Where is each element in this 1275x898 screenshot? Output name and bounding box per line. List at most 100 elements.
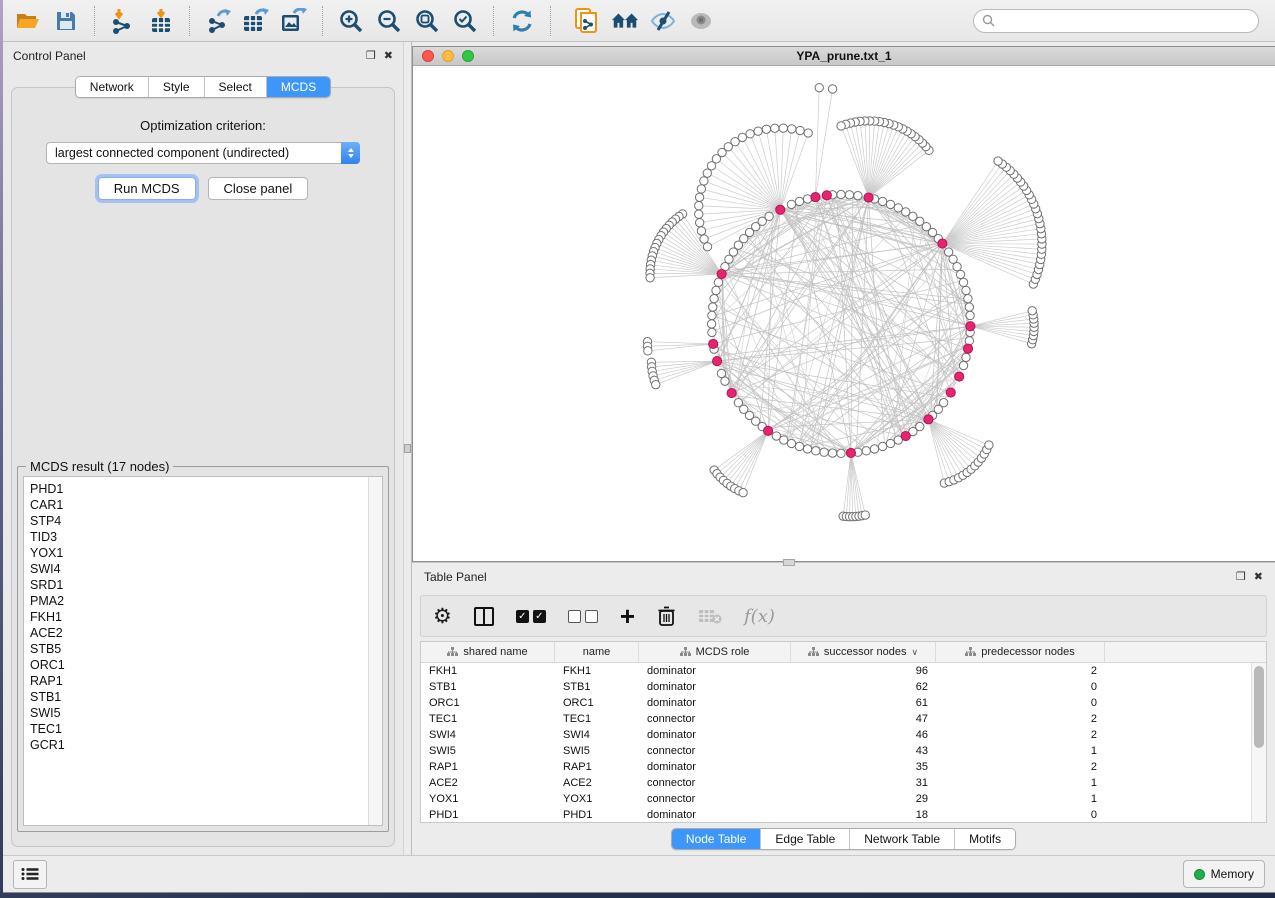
column-header-MCDS-role[interactable]: MCDS role <box>639 642 791 662</box>
network-node[interactable] <box>878 197 886 205</box>
network-node[interactable] <box>837 122 845 130</box>
mcds-hub-node[interactable] <box>946 388 955 397</box>
mcds-hub-node[interactable] <box>776 205 785 214</box>
export-network-icon[interactable] <box>203 6 233 36</box>
network-node[interactable] <box>854 191 862 199</box>
network-node[interactable] <box>845 191 853 199</box>
optimization-criterion-select[interactable]: largest connected component (undirected) <box>46 142 360 164</box>
network-node[interactable] <box>862 447 870 455</box>
network-node[interactable] <box>796 126 804 134</box>
network-node[interactable] <box>804 129 812 137</box>
zoom-selected-icon[interactable] <box>450 6 480 36</box>
network-node[interactable] <box>815 83 823 91</box>
network-node[interactable] <box>746 130 754 138</box>
close-panel-button[interactable]: Close panel <box>208 177 309 200</box>
table-row[interactable]: SWI4SWI4dominator462 <box>421 727 1251 743</box>
network-node[interactable] <box>787 439 795 447</box>
network-node[interactable] <box>916 422 924 430</box>
network-node[interactable] <box>795 197 803 205</box>
delete-column-icon[interactable] <box>657 603 676 629</box>
mcds-result-item[interactable]: ORC1 <box>30 657 368 673</box>
network-node[interactable] <box>695 218 703 226</box>
network-node[interactable] <box>646 274 654 282</box>
mcds-hub-node[interactable] <box>938 239 947 248</box>
network-node[interactable] <box>837 190 845 198</box>
network-node[interactable] <box>886 200 894 208</box>
mcds-hub-node[interactable] <box>727 389 736 398</box>
mcds-hub-node[interactable] <box>764 426 773 435</box>
network-node[interactable] <box>652 380 660 388</box>
table-row[interactable]: TEC1TEC1connector472 <box>421 711 1251 727</box>
vertical-splitter[interactable] <box>403 42 412 855</box>
mcds-result-item[interactable]: SWI4 <box>30 561 368 577</box>
network-node[interactable] <box>700 177 708 185</box>
memory-button[interactable]: Memory <box>1183 860 1265 888</box>
column-header-successor-nodes[interactable]: successor nodes∨ <box>791 642 936 662</box>
network-node[interactable] <box>710 295 718 303</box>
mcds-result-item[interactable]: STB1 <box>30 689 368 705</box>
column-header-name[interactable]: name <box>555 642 639 662</box>
float-panel-icon[interactable]: ❒ <box>366 51 376 62</box>
network-node[interactable] <box>994 157 1002 165</box>
network-node[interactable] <box>795 442 803 450</box>
mcds-hub-node[interactable] <box>709 339 718 348</box>
mcds-result-item[interactable]: SWI5 <box>30 705 368 721</box>
tab-network-table[interactable]: Network Table <box>850 829 955 849</box>
mcds-result-item[interactable]: TEC1 <box>30 721 368 737</box>
add-column-icon[interactable]: + <box>620 603 635 629</box>
tab-node-table[interactable]: Node Table <box>672 829 762 849</box>
network-node[interactable] <box>695 210 703 218</box>
tab-select[interactable]: Select <box>205 77 267 97</box>
network-node[interactable] <box>703 243 711 251</box>
tab-motifs[interactable]: Motifs <box>955 829 1015 849</box>
table-row[interactable]: RAP1RAP1dominator352 <box>421 759 1251 775</box>
mcds-hub-node[interactable] <box>955 372 964 381</box>
delete-table-icon[interactable] <box>698 603 722 629</box>
network-node[interactable] <box>985 441 993 449</box>
mcds-result-item[interactable]: GCR1 <box>30 737 368 753</box>
table-row[interactable]: ORC1ORC1dominator610 <box>421 695 1251 711</box>
network-node[interactable] <box>878 442 886 450</box>
mcds-hub-node[interactable] <box>901 431 910 440</box>
mcds-hub-node[interactable] <box>811 193 820 202</box>
table-row[interactable]: ACE2ACE2connector311 <box>421 775 1251 791</box>
network-node[interactable] <box>714 278 722 286</box>
network-node[interactable] <box>754 127 762 135</box>
network-node[interactable] <box>828 85 836 93</box>
network-node[interactable] <box>712 286 720 294</box>
mcds-result-list[interactable]: PHD1CAR1STP4TID3YOX1SWI4SRD1PMA2FKH1ACE2… <box>23 476 383 826</box>
scrollbar-thumb[interactable] <box>1254 666 1264 748</box>
network-node[interactable] <box>721 377 729 385</box>
search-input[interactable] <box>1001 13 1250 29</box>
float-panel-icon[interactable]: ❒ <box>1236 572 1246 583</box>
table-row[interactable]: YOX1YOX1connector291 <box>421 791 1251 807</box>
tab-style[interactable]: Style <box>149 77 205 97</box>
network-node[interactable] <box>695 202 703 210</box>
tab-mcds[interactable]: MCDS <box>267 77 330 97</box>
network-node[interactable] <box>739 489 747 497</box>
close-panel-icon[interactable]: ✖ <box>384 51 393 62</box>
mcds-hub-node[interactable] <box>712 357 721 366</box>
network-node[interactable] <box>695 193 703 201</box>
network-view[interactable] <box>413 66 1275 561</box>
network-node[interactable] <box>820 448 828 456</box>
task-history-button[interactable] <box>13 860 47 889</box>
mcds-result-item[interactable]: PHD1 <box>30 481 368 497</box>
table-row[interactable]: FKH1FKH1dominator962 <box>421 663 1251 679</box>
mcds-hub-node[interactable] <box>822 191 831 200</box>
network-node[interactable] <box>965 303 973 311</box>
table-row[interactable]: STB1STB1dominator620 <box>421 679 1251 695</box>
mcds-hub-node[interactable] <box>717 269 726 278</box>
table-row[interactable]: PHD1PHD1dominator180 <box>421 807 1251 823</box>
mcds-result-item[interactable]: FKH1 <box>30 609 368 625</box>
mcds-hub-node[interactable] <box>963 344 972 353</box>
close-panel-icon[interactable]: ✖ <box>1254 572 1263 583</box>
network-node[interactable] <box>708 311 716 319</box>
network-node[interactable] <box>788 125 796 133</box>
network-node[interactable] <box>708 328 716 336</box>
import-network-icon[interactable] <box>108 6 138 36</box>
import-table-icon[interactable] <box>146 6 176 36</box>
network-node[interactable] <box>870 445 878 453</box>
table-row[interactable]: SWI5SWI5connector431 <box>421 743 1251 759</box>
network-node[interactable] <box>962 286 970 294</box>
